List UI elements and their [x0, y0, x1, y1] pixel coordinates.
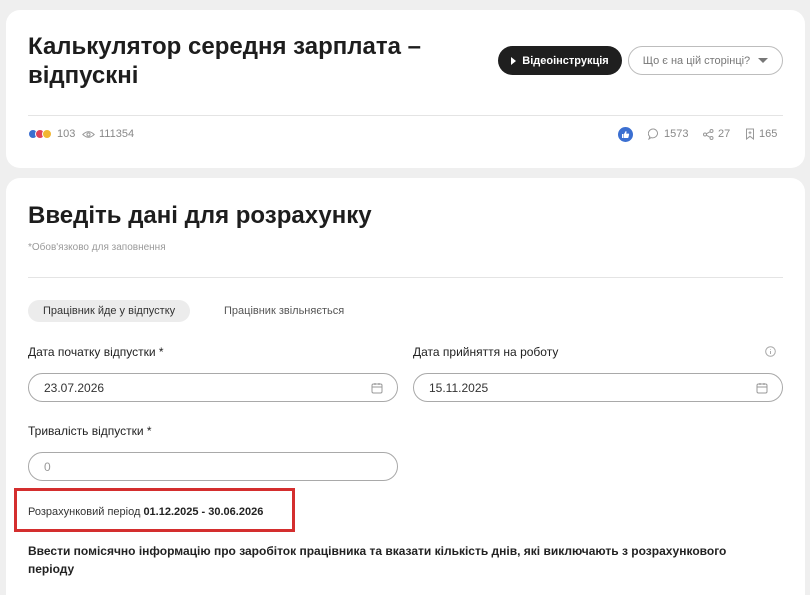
- duration-placeholder: 0: [44, 459, 51, 474]
- bookmarks-stat[interactable]: 165: [745, 126, 777, 142]
- page-title: Калькулятор середня зарплата – відпускні: [28, 33, 421, 89]
- required-note: *Обов'язково для заповнення: [28, 242, 166, 253]
- duration-label: Тривалість відпустки *: [28, 424, 152, 438]
- chevron-down-icon: [758, 58, 769, 63]
- shares-stat[interactable]: 27: [703, 126, 730, 142]
- bookmark-icon: [746, 128, 754, 140]
- bookmarks-count: 165: [759, 128, 778, 140]
- play-icon: [511, 56, 517, 65]
- vacation-start-label: Дата початку відпустки *: [28, 345, 164, 359]
- calculator-form-card: Введіть дані для розрахунку *Обов'язково…: [6, 178, 805, 595]
- vacation-start-input[interactable]: 23.07.2026: [28, 373, 398, 402]
- period-label: Розрахунковий період: [28, 506, 141, 518]
- header-divider: [28, 115, 783, 116]
- hire-date-input[interactable]: 15.11.2025: [413, 373, 783, 402]
- hire-date-value: 15.11.2025: [429, 380, 489, 395]
- eye-icon: [82, 130, 95, 138]
- thumbs-up-icon: [618, 126, 633, 142]
- video-instruction-label: Відеоінструкція: [522, 54, 609, 67]
- form-title: Введіть дані для розрахунку: [28, 202, 372, 229]
- views-stat: 111354: [82, 126, 134, 142]
- article-header-card: Калькулятор середня зарплата – відпускні…: [6, 10, 805, 168]
- calendar-icon[interactable]: [756, 382, 768, 394]
- info-icon[interactable]: [765, 346, 776, 357]
- vacation-start-value: 23.07.2026: [44, 380, 105, 395]
- stats-row: 103 111354 1573 27 165: [28, 126, 783, 142]
- monthly-earnings-instruction: Ввести помісячно інформацію про заробіто…: [28, 544, 727, 576]
- reactions-icon: [28, 129, 52, 139]
- shares-count: 27: [718, 128, 731, 140]
- tab-employee-dismissal[interactable]: Працівник звільняється: [209, 300, 359, 322]
- form-divider: [28, 277, 783, 278]
- reactions-count: 103: [57, 128, 76, 140]
- reactions-stat[interactable]: 103: [28, 126, 75, 142]
- page-contents-dropdown[interactable]: Що є на цій сторінці?: [628, 46, 783, 75]
- like-button[interactable]: [618, 126, 633, 142]
- duration-input[interactable]: 0: [28, 452, 398, 481]
- comments-count: 1573: [664, 128, 689, 140]
- share-icon: [703, 128, 714, 140]
- tab-employee-vacation[interactable]: Працівник йде у відпустку: [28, 300, 191, 322]
- calculation-period: Розрахунковий період 01.12.2025 - 30.06.…: [28, 506, 263, 518]
- video-instruction-button[interactable]: Відеоінструкція: [498, 46, 622, 75]
- views-count: 111354: [99, 128, 135, 140]
- page-contents-label: Що є на цій сторінці?: [642, 54, 751, 67]
- period-value: 01.12.2025 - 30.06.2026: [143, 506, 264, 518]
- calendar-icon[interactable]: [371, 382, 383, 394]
- hire-date-label: Дата прийняття на роботу: [413, 345, 559, 359]
- comment-icon: [648, 128, 658, 140]
- comments-stat[interactable]: 1573: [648, 126, 688, 142]
